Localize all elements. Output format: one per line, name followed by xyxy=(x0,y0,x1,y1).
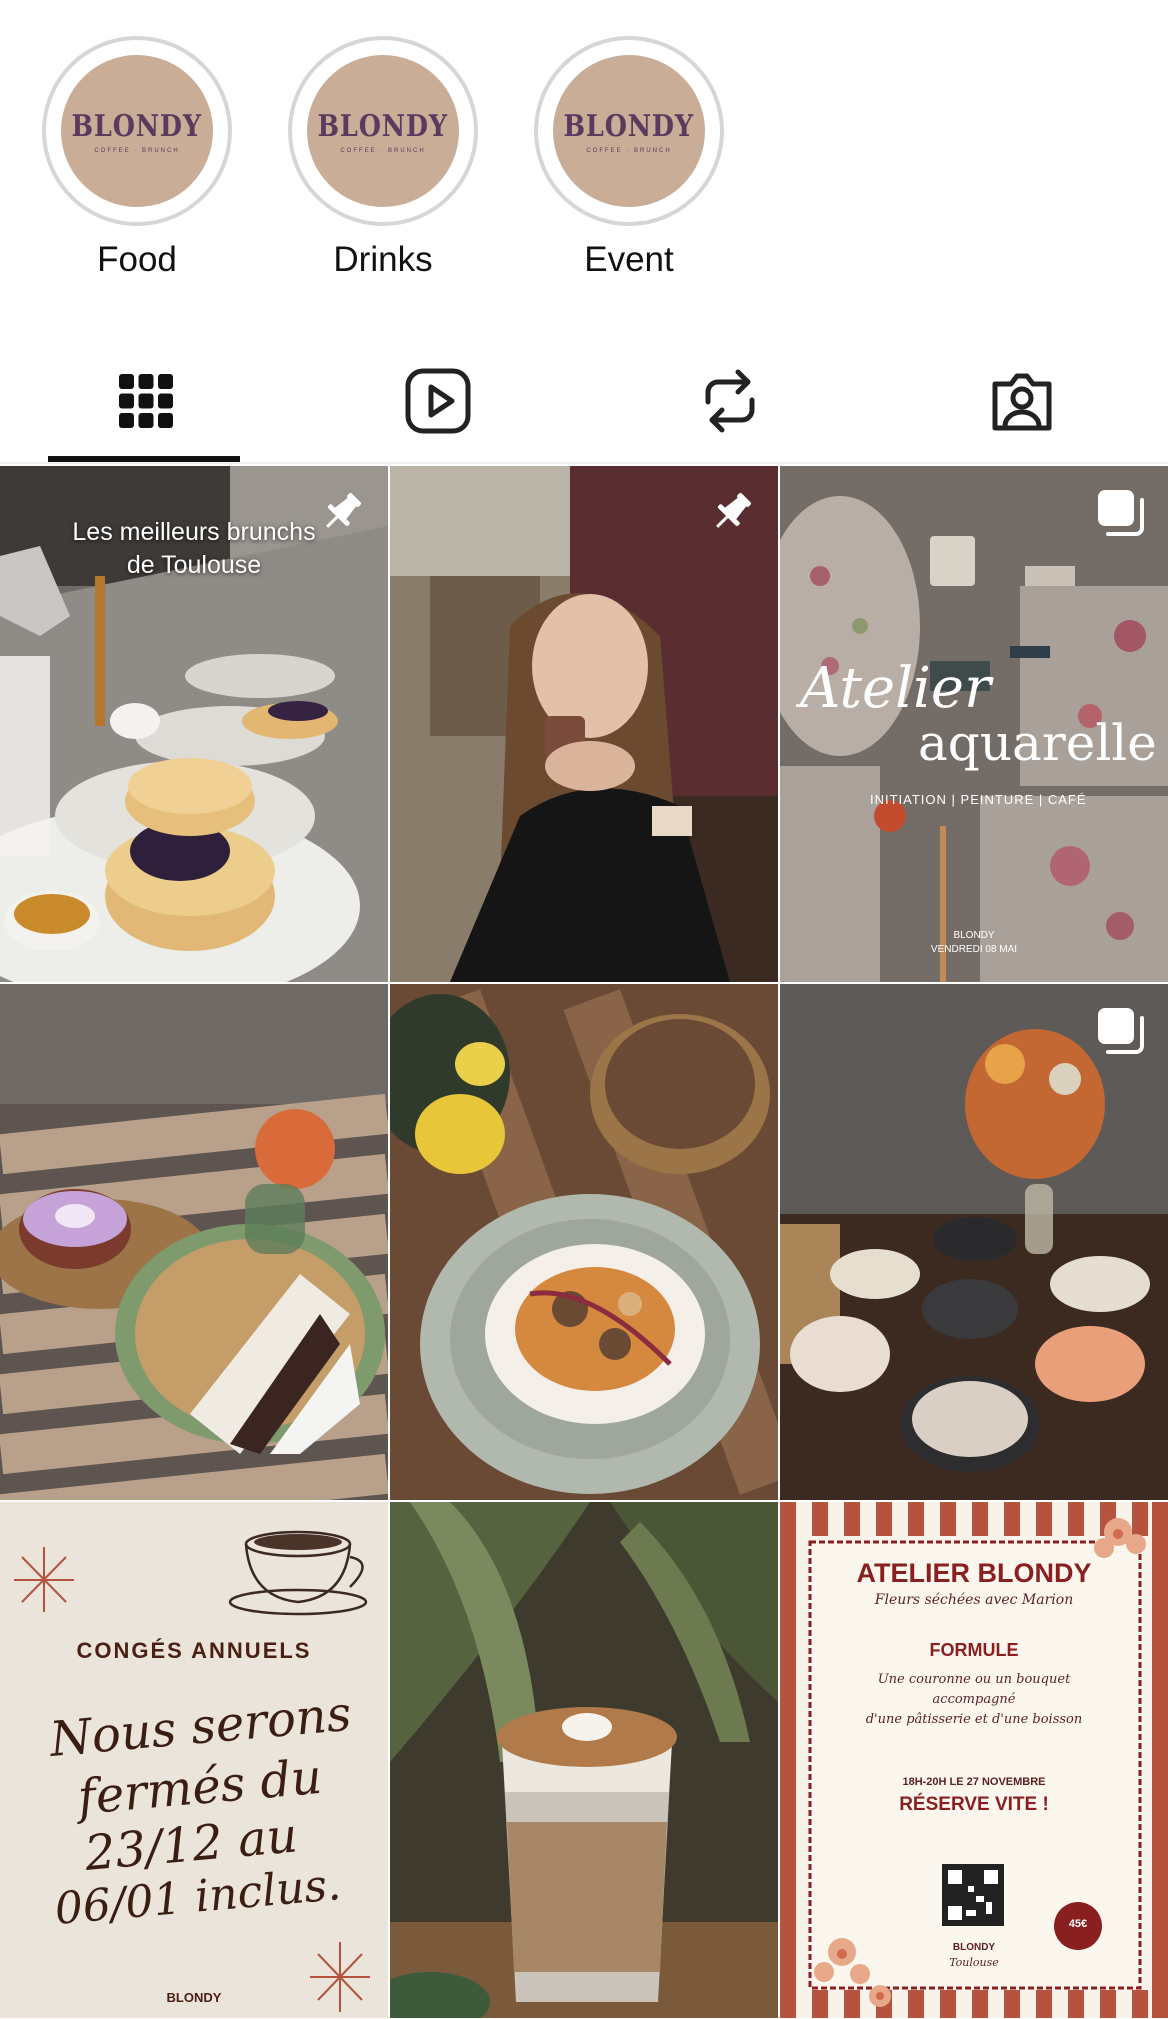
post-footer: BLONDY xyxy=(952,1942,996,1953)
post-chickpea-plate[interactable] xyxy=(390,984,778,1500)
post-text: d'une pâtisserie et d'une boisson xyxy=(865,1712,1083,1727)
post-pancakes[interactable]: Les meilleurs brunchs de Toulouse xyxy=(0,466,388,982)
logo-subtext: COFFEE · BRUNCH xyxy=(340,147,426,154)
pin-icon xyxy=(326,493,361,528)
post-subtitle: INITIATION | PEINTURE | CAFÉ xyxy=(870,792,1087,807)
post-title: aquarelle xyxy=(918,714,1157,772)
post-granola-bowl[interactable] xyxy=(0,984,388,1500)
post-title: ATELIER BLONDY xyxy=(856,1558,1092,1588)
post-image xyxy=(780,984,1168,1500)
carousel-icon xyxy=(1098,490,1144,536)
post-footer: VENDREDI 08 MAI xyxy=(930,944,1018,955)
tab-posts-grid[interactable] xyxy=(0,340,292,462)
logo-text: BLONDY xyxy=(317,108,449,144)
highlight-drinks[interactable]: BLONDY COFFEE · BRUNCH Drinks xyxy=(283,36,483,280)
post-image xyxy=(390,466,778,982)
highlight-event[interactable]: BLONDY COFFEE · BRUNCH Event xyxy=(529,36,729,280)
post-cta: RÉSERVE VITE ! xyxy=(899,1794,1049,1815)
post-image xyxy=(0,984,388,1500)
post-title: Atelier xyxy=(800,656,991,721)
tab-reels[interactable] xyxy=(292,340,584,462)
post-footer: Toulouse xyxy=(949,1956,999,1969)
highlight-logo: BLONDY COFFEE · BRUNCH xyxy=(553,55,705,207)
logo-subtext: COFFEE · BRUNCH xyxy=(94,147,180,154)
tagged-icon xyxy=(992,373,1052,431)
post-text: 18H-20H LE 27 NOVEMBRE xyxy=(902,1776,1046,1788)
post-text: accompagné xyxy=(932,1692,1016,1707)
post-brunch-table[interactable] xyxy=(780,984,1168,1500)
post-image xyxy=(390,1502,778,2018)
post-text: Une couronne ou un bouquet xyxy=(877,1672,1071,1687)
highlight-logo: BLONDY COFFEE · BRUNCH xyxy=(61,55,213,207)
logo-text: BLONDY xyxy=(71,108,203,144)
post-latte[interactable] xyxy=(390,1502,778,2018)
post-portrait[interactable] xyxy=(390,466,778,982)
logo-subtext: COFFEE · BRUNCH xyxy=(586,147,672,154)
highlight-ring: BLONDY COFFEE · BRUNCH xyxy=(42,36,232,226)
price-badge: 45€ xyxy=(1068,1918,1088,1930)
divider xyxy=(0,462,1168,464)
post-atelier-aquarelle[interactable]: Atelier aquarelle INITIATION | PEINTURE … xyxy=(780,466,1168,982)
highlight-label: Event xyxy=(584,240,674,279)
post-heading: CONGÉS ANNUELS xyxy=(76,1638,312,1663)
post-conges-annuels[interactable]: CONGÉS ANNUELS Nous serons fermés du 23/… xyxy=(0,1502,388,2018)
highlight-ring: BLONDY COFFEE · BRUNCH xyxy=(534,36,724,226)
tab-tagged[interactable] xyxy=(876,340,1168,462)
post-footer: BLONDY xyxy=(953,930,995,941)
carousel-icon xyxy=(1098,1008,1144,1054)
post-footer: BLONDY xyxy=(166,1990,222,2005)
highlight-ring: BLONDY COFFEE · BRUNCH xyxy=(288,36,478,226)
story-highlights: BLONDY COFFEE · BRUNCH Food BLONDY COFFE… xyxy=(0,0,1168,320)
posts-grid: Les meilleurs brunchs de Toulouse Atelie… xyxy=(0,466,1168,2019)
highlight-label: Drinks xyxy=(333,240,433,279)
post-subtitle: Fleurs séchées avec Marion xyxy=(874,1592,1074,1608)
caption-line: de Toulouse xyxy=(126,551,262,579)
post-atelier-blondy[interactable]: ATELIER BLONDY Fleurs séchées avec Mario… xyxy=(780,1502,1168,2018)
grid-icon xyxy=(119,374,173,428)
reposts-icon xyxy=(705,369,755,433)
tab-reposts[interactable] xyxy=(584,340,876,462)
highlight-logo: BLONDY COFFEE · BRUNCH xyxy=(307,55,459,207)
highlight-food[interactable]: BLONDY COFFEE · BRUNCH Food xyxy=(37,36,237,280)
profile-tabs xyxy=(0,340,1168,462)
post-image xyxy=(390,984,778,1500)
reels-icon xyxy=(405,368,471,434)
post-heading: FORMULE xyxy=(929,1640,1019,1660)
pin-icon xyxy=(716,493,751,528)
highlight-label: Food xyxy=(97,240,177,279)
logo-text: BLONDY xyxy=(563,108,695,144)
